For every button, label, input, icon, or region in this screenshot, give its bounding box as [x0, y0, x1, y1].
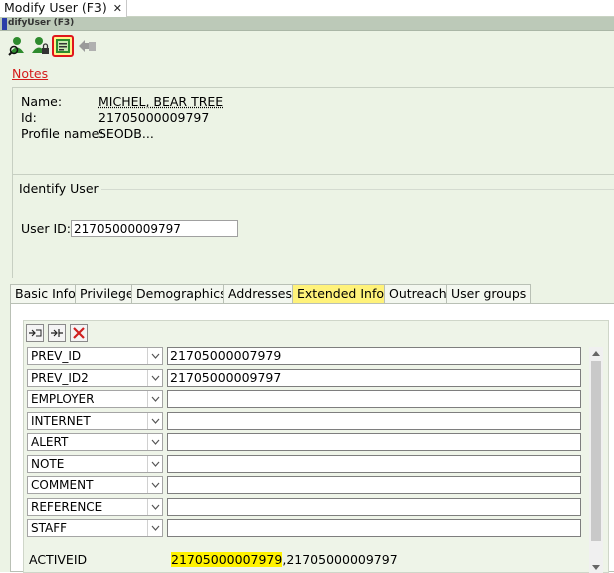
field-value-input[interactable]: [167, 519, 581, 537]
user-card-icon: [56, 39, 70, 53]
field-value-input[interactable]: 21705000007979: [167, 347, 581, 365]
append-row-button[interactable]: [48, 324, 66, 342]
extended-row: EMPLOYER: [27, 390, 583, 408]
tab-outreach[interactable]: Outreach: [384, 284, 452, 304]
extended-info-list: PREV_ID 21705000007979 PREV_ID2 21705000…: [23, 320, 609, 573]
tab-extended-info[interactable]: Extended Info: [292, 284, 389, 304]
extended-row: NOTE: [27, 454, 583, 473]
active-id-highlighted: 21705000007979: [171, 552, 283, 567]
field-select-label: NOTE: [31, 456, 65, 471]
field-value-input[interactable]: [167, 476, 581, 494]
field-select-label: INTERNET: [31, 413, 91, 428]
identify-user-title: Identify User: [19, 181, 99, 196]
tab-privilege[interactable]: Privilege: [75, 284, 139, 304]
profile-name-value: SEODB...: [98, 126, 154, 141]
profile-name-label: Profile name:: [21, 126, 104, 141]
field-select[interactable]: EMPLOYER: [27, 390, 163, 408]
user-summary-panel: Name: MICHEL, BEAR TREE Id: 217050000097…: [12, 87, 614, 174]
scroll-up-icon[interactable]: [589, 347, 603, 359]
field-select-label: EMPLOYER: [31, 392, 95, 406]
field-select[interactable]: INTERNET: [27, 411, 163, 430]
chevron-down-icon[interactable]: [147, 455, 162, 472]
insert-row-icon: [29, 329, 42, 337]
field-value-input[interactable]: [167, 497, 581, 516]
field-value-input[interactable]: 21705000009797: [167, 368, 581, 387]
field-select[interactable]: PREV_ID: [27, 347, 163, 365]
user-id-label: User ID:: [21, 221, 71, 236]
chevron-down-icon[interactable]: [147, 477, 162, 493]
name-value[interactable]: MICHEL, BEAR TREE: [98, 94, 223, 109]
extended-row: STAFF: [27, 519, 583, 537]
user-lock-icon: [32, 37, 49, 54]
chevron-down-icon[interactable]: [147, 412, 162, 429]
field-select[interactable]: COMMENT: [27, 476, 163, 494]
identify-user-panel: Identify User User ID:: [12, 174, 614, 278]
chevron-down-icon[interactable]: [147, 348, 162, 364]
transfer-user-button[interactable]: [76, 35, 98, 57]
delete-row-icon: [73, 327, 85, 339]
chevron-down-icon[interactable]: [147, 391, 162, 407]
extended-row: INTERNET: [27, 411, 583, 430]
search-user-button[interactable]: [6, 35, 28, 57]
field-value-input[interactable]: [167, 411, 581, 430]
delete-row-button[interactable]: [70, 324, 88, 342]
extended-row: REFERENCE: [27, 497, 583, 516]
field-select-label: ALERT: [31, 435, 69, 449]
window-title-bar: difyUser (F3): [0, 17, 614, 31]
extended-row: COMMENT: [27, 476, 583, 494]
identify-user-divider: [101, 189, 614, 190]
extended-info-panel: PREV_ID 21705000007979 PREV_ID2 21705000…: [10, 303, 614, 573]
field-value-input[interactable]: [167, 454, 581, 473]
tab-addresses[interactable]: Addresses: [223, 284, 297, 304]
document-tab-modify-user[interactable]: Modify User (F3) ✕: [0, 0, 127, 17]
tab-demographics[interactable]: Demographics: [131, 284, 232, 304]
field-select[interactable]: NOTE: [27, 454, 163, 473]
transfer-icon: [79, 40, 96, 52]
active-id-label: ACTIVEID: [29, 552, 88, 567]
active-id-value: 21705000007979,21705000009797: [171, 552, 398, 567]
scroll-down-icon[interactable]: [589, 561, 603, 573]
field-select-label: STAFF: [31, 521, 68, 535]
active-id-rest: ,21705000009797: [282, 552, 398, 567]
name-label: Name:: [21, 94, 63, 109]
extended-row: ALERT: [27, 433, 583, 451]
field-select[interactable]: ALERT: [27, 433, 163, 451]
extended-row: PREV_ID2 21705000009797: [27, 368, 583, 387]
document-tab-strip: Modify User (F3) ✕: [0, 0, 614, 17]
field-select[interactable]: REFERENCE: [27, 497, 163, 516]
field-value-input[interactable]: [167, 433, 581, 451]
chevron-down-icon[interactable]: [147, 369, 162, 386]
chevron-down-icon[interactable]: [147, 498, 162, 515]
title-bar-marker: [2, 18, 7, 30]
document-tab-label: Modify User (F3): [4, 0, 107, 15]
chevron-down-icon[interactable]: [147, 434, 162, 450]
tab-user-groups[interactable]: User groups: [446, 284, 532, 304]
user-id-input[interactable]: [71, 220, 238, 237]
user-card-button[interactable]: [52, 35, 74, 57]
vertical-scrollbar[interactable]: [589, 347, 603, 573]
field-select[interactable]: PREV_ID2: [27, 368, 163, 387]
field-select-label: PREV_ID2: [31, 370, 89, 385]
field-select-label: PREV_ID: [31, 349, 82, 363]
extended-row: PREV_ID 21705000007979: [27, 347, 583, 365]
user-lock-button[interactable]: [30, 35, 52, 57]
id-value: 21705000009797: [98, 110, 210, 125]
insert-row-button[interactable]: [26, 324, 44, 342]
active-id-row: ACTIVEID 21705000007979,21705000009797: [29, 551, 585, 569]
notes-link[interactable]: Notes: [12, 66, 48, 81]
scrollbar-thumb[interactable]: [591, 361, 601, 541]
chevron-down-icon[interactable]: [147, 520, 162, 536]
tab-basic-info[interactable]: Basic Info: [10, 284, 81, 304]
field-select-label: REFERENCE: [31, 499, 103, 514]
close-icon[interactable]: ✕: [113, 2, 122, 15]
append-row-icon: [51, 329, 63, 337]
window-title: difyUser (F3): [8, 18, 75, 28]
user-search-icon: [8, 37, 24, 56]
modify-user-window: Notes Name: MICHEL, BEAR TREE Id: 217050…: [0, 31, 614, 573]
field-select-label: COMMENT: [31, 478, 94, 492]
id-label: Id:: [21, 110, 37, 125]
field-select[interactable]: STAFF: [27, 519, 163, 537]
field-value-input[interactable]: [167, 390, 581, 408]
